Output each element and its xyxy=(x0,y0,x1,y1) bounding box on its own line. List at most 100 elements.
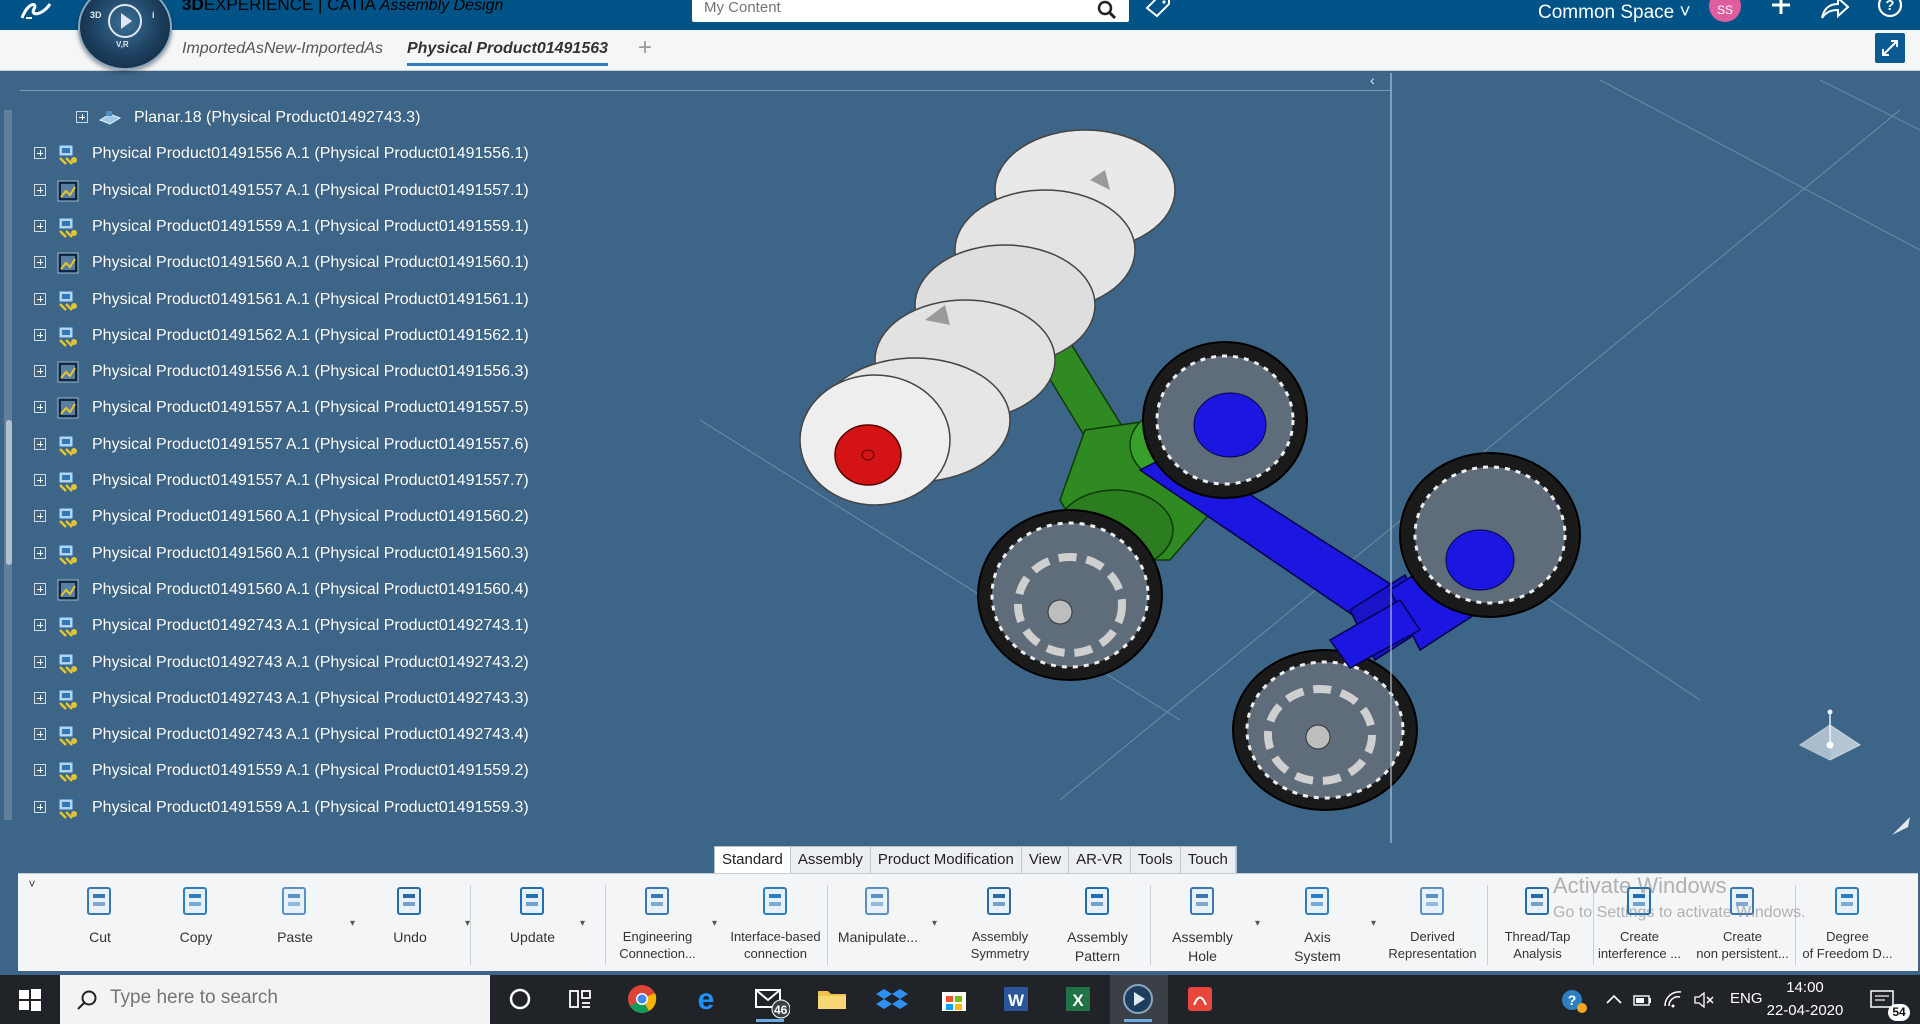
search-input[interactable] xyxy=(702,0,1086,17)
dropdown-arrow-icon[interactable]: ▾ xyxy=(465,918,470,929)
ribbon-collapse-icon[interactable]: ˅ xyxy=(22,877,42,897)
expand-node-icon[interactable] xyxy=(34,474,46,486)
expand-node-icon[interactable] xyxy=(34,510,46,523)
resize-handle-icon[interactable] xyxy=(1890,815,1912,837)
derived-representation-button[interactable]: Derived Representation xyxy=(1375,882,1490,972)
expand-node-icon[interactable] xyxy=(34,655,46,668)
engineering-connection-button[interactable]: Engineering Connection... xyxy=(600,882,715,972)
ribbon-tab-view[interactable]: View xyxy=(1022,847,1070,873)
assembly-pattern-icon xyxy=(1078,882,1118,922)
tab-imported-as-new[interactable]: ImportedAsNew-ImportedAs xyxy=(182,40,383,58)
expand-node-icon[interactable] xyxy=(34,328,46,341)
ribbon-tab-tools[interactable]: Tools xyxy=(1131,847,1181,873)
ribbon-tab-touch[interactable]: Touch xyxy=(1181,847,1236,873)
action-bar-separator xyxy=(1487,885,1488,965)
chrome-icon[interactable] xyxy=(622,979,662,1019)
expand-node-icon[interactable] xyxy=(34,183,46,196)
3dexperience-icon[interactable] xyxy=(1118,979,1158,1022)
expand-node-icon[interactable] xyxy=(34,292,46,305)
taskbar-search-input[interactable] xyxy=(108,986,482,1010)
add-tab-button[interactable]: + xyxy=(638,34,652,62)
expand-node-icon[interactable] xyxy=(34,619,46,632)
help-tray-icon[interactable]: ? xyxy=(1560,988,1588,1013)
assembly-hole-button[interactable]: Assembly Hole xyxy=(1155,882,1250,972)
expand-node-icon[interactable] xyxy=(34,582,46,595)
search-box[interactable] xyxy=(692,0,1129,22)
space-selector[interactable]: Common Space ˅ xyxy=(1538,2,1691,24)
expand-node-icon[interactable] xyxy=(34,728,46,741)
excel-icon[interactable]: X xyxy=(1058,979,1098,1019)
play-icon[interactable] xyxy=(108,4,142,38)
dassault-logo xyxy=(20,0,60,24)
tab-physical-product[interactable]: Physical Product01491563 xyxy=(407,40,609,66)
assembly-symmetry-button[interactable]: Assembly Symmetry xyxy=(950,882,1050,972)
ribbon-tab-assembly[interactable]: Assembly xyxy=(791,847,871,873)
update-button[interactable]: Update xyxy=(490,882,575,972)
word-icon[interactable]: W xyxy=(996,979,1036,1019)
clock-time[interactable]: 14:00 xyxy=(1770,979,1840,996)
product-icon xyxy=(56,723,80,747)
acrobat-icon[interactable] xyxy=(1180,979,1220,1019)
wheel-rear-right[interactable] xyxy=(1399,452,1581,618)
expand-node-icon[interactable] xyxy=(34,219,46,232)
manipulate-button[interactable]: Manipulate... xyxy=(828,882,928,972)
notification-count-badge: 54 xyxy=(1888,1004,1910,1021)
search-icon[interactable] xyxy=(1096,0,1118,20)
input-language[interactable]: ENG xyxy=(1730,990,1763,1007)
dropdown-arrow-icon[interactable]: ▾ xyxy=(932,918,937,929)
expand-node-icon[interactable] xyxy=(34,546,46,559)
dropdown-arrow-icon[interactable]: ▾ xyxy=(350,918,355,929)
expand-node-icon[interactable] xyxy=(34,147,46,160)
undo-button[interactable]: Undo xyxy=(370,882,450,972)
interface-connection-button[interactable]: Interface-based connection xyxy=(723,882,828,972)
dof-button[interactable]: Degree of Freedom D... xyxy=(1795,882,1900,972)
share-icon[interactable] xyxy=(1818,0,1850,22)
expand-node-icon[interactable] xyxy=(34,256,46,269)
tag-icon[interactable] xyxy=(1143,0,1173,22)
wifi-icon[interactable] xyxy=(1662,988,1684,1012)
action-bar-button-label: Interface-based connection xyxy=(730,929,821,961)
product-icon xyxy=(56,759,80,783)
ribbon-tab-ar-vr[interactable]: AR-VR xyxy=(1069,847,1131,873)
dropdown-arrow-icon[interactable]: ▾ xyxy=(1371,918,1376,929)
app-name: Assembly Design xyxy=(379,0,504,14)
product-icon xyxy=(56,614,80,638)
help-icon[interactable]: ? xyxy=(1875,0,1905,24)
cortana-icon[interactable] xyxy=(500,979,540,1019)
store-icon[interactable] xyxy=(934,979,974,1019)
assembly-symmetry-icon xyxy=(980,882,1020,922)
assembly-pattern-button[interactable]: Assembly Pattern xyxy=(1050,882,1145,972)
dropdown-arrow-icon[interactable]: ▾ xyxy=(1255,918,1260,929)
action-bar-button-label: Update xyxy=(509,929,556,945)
expand-node-icon[interactable] xyxy=(76,111,88,123)
edge-icon[interactable]: e xyxy=(686,979,726,1019)
expand-node-icon[interactable] xyxy=(34,437,46,450)
part-icon xyxy=(56,179,80,203)
expand-node-icon[interactable] xyxy=(34,401,46,414)
paste-button[interactable]: Paste xyxy=(255,882,335,972)
clock-date[interactable]: 22-04-2020 xyxy=(1765,1002,1845,1019)
file-explorer-icon[interactable] xyxy=(812,979,852,1019)
fullscreen-icon[interactable] xyxy=(1875,33,1905,63)
expand-node-icon[interactable] xyxy=(34,691,46,704)
volume-muted-icon[interactable] xyxy=(1692,988,1716,1012)
battery-icon[interactable] xyxy=(1632,988,1654,1012)
plus-icon[interactable] xyxy=(1766,0,1796,24)
copy-button[interactable]: Copy xyxy=(156,882,236,972)
scissors-button[interactable]: Cut xyxy=(60,882,140,972)
expand-node-icon[interactable] xyxy=(34,800,46,813)
windows-start-icon[interactable] xyxy=(18,988,42,1012)
mail-icon[interactable]: 46 xyxy=(750,979,791,1022)
expand-node-icon[interactable] xyxy=(34,764,46,777)
orientation-compass-icon[interactable] xyxy=(1790,705,1870,785)
expand-node-icon[interactable] xyxy=(34,365,46,378)
tree-item-label: Physical Product01492743 A.1 (Physical P… xyxy=(92,617,529,635)
task-view-icon[interactable] xyxy=(560,979,600,1019)
dropdown-arrow-icon[interactable]: ▾ xyxy=(580,918,585,929)
dropdown-arrow-icon[interactable]: ▾ xyxy=(712,918,717,929)
ribbon-tab-product-modification[interactable]: Product Modification xyxy=(871,847,1022,873)
ribbon-tab-standard[interactable]: Standard xyxy=(715,847,791,873)
axis-system-button[interactable]: Axis System xyxy=(1270,882,1365,972)
show-hidden-icons-icon[interactable] xyxy=(1604,988,1624,1012)
dropbox-icon[interactable] xyxy=(872,979,912,1019)
